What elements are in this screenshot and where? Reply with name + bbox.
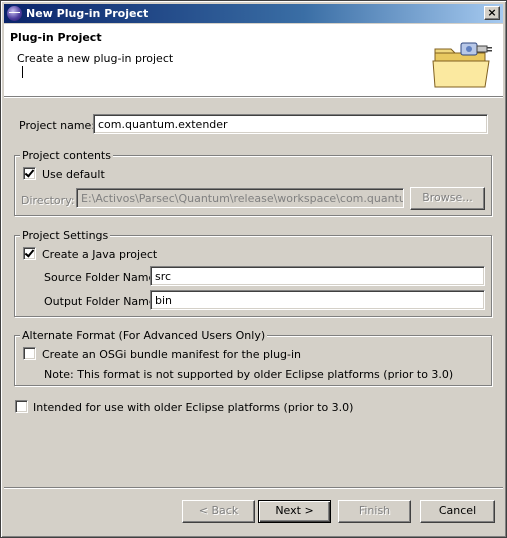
project-name-input[interactable]: com.quantum.extender: [93, 114, 488, 134]
legacy-platform-checkbox[interactable]: [15, 400, 28, 413]
source-folder-label: Source Folder Name:: [44, 271, 159, 284]
cancel-button[interactable]: Cancel: [420, 500, 495, 523]
text-cursor: [22, 66, 23, 78]
project-settings-title: Project Settings: [20, 229, 111, 242]
back-button[interactable]: < Back: [182, 500, 255, 523]
legacy-platform-label[interactable]: Intended for use with older Eclipse plat…: [33, 401, 353, 414]
folder-plugin-icon: [432, 42, 492, 88]
osgi-manifest-checkbox[interactable]: [23, 347, 36, 360]
use-default-checkbox[interactable]: [23, 167, 36, 180]
eclipse-icon: [7, 6, 22, 21]
banner-divider: [4, 97, 503, 98]
project-name-label: Project name:: [19, 119, 96, 132]
output-folder-label: Output Folder Name:: [44, 295, 160, 308]
osgi-note: Note: This format is not supported by ol…: [44, 368, 454, 381]
create-java-project-label[interactable]: Create a Java project: [42, 248, 157, 261]
finish-button[interactable]: Finish: [338, 500, 411, 523]
source-folder-input[interactable]: src: [150, 266, 485, 286]
button-bar-separator: [4, 487, 503, 489]
wizard-banner: Plug-in Project Create a new plug-in pro…: [4, 24, 503, 97]
osgi-manifest-label[interactable]: Create an OSGi bundle manifest for the p…: [42, 348, 301, 361]
page-title: Plug-in Project: [10, 31, 102, 44]
title-bar[interactable]: New Plug-in Project ×: [4, 4, 503, 23]
page-description: Create a new plug-in project: [17, 52, 174, 65]
close-button[interactable]: ×: [484, 6, 500, 20]
directory-input[interactable]: E:\Activos\Parsec\Quantum\release\worksp…: [76, 188, 404, 208]
window-title: New Plug-in Project: [26, 7, 149, 20]
browse-button[interactable]: Browse...: [410, 187, 485, 210]
project-contents-title: Project contents: [20, 149, 113, 162]
create-java-project-checkbox[interactable]: [23, 247, 36, 260]
use-default-label[interactable]: Use default: [42, 168, 105, 181]
next-button[interactable]: Next >: [258, 500, 331, 523]
new-plugin-project-dialog: New Plug-in Project × Plug-in Project Cr…: [0, 0, 507, 538]
output-folder-input[interactable]: bin: [150, 290, 485, 310]
directory-label: Directory:: [21, 194, 75, 207]
alternate-format-title: Alternate Format (For Advanced Users Onl…: [20, 329, 268, 342]
